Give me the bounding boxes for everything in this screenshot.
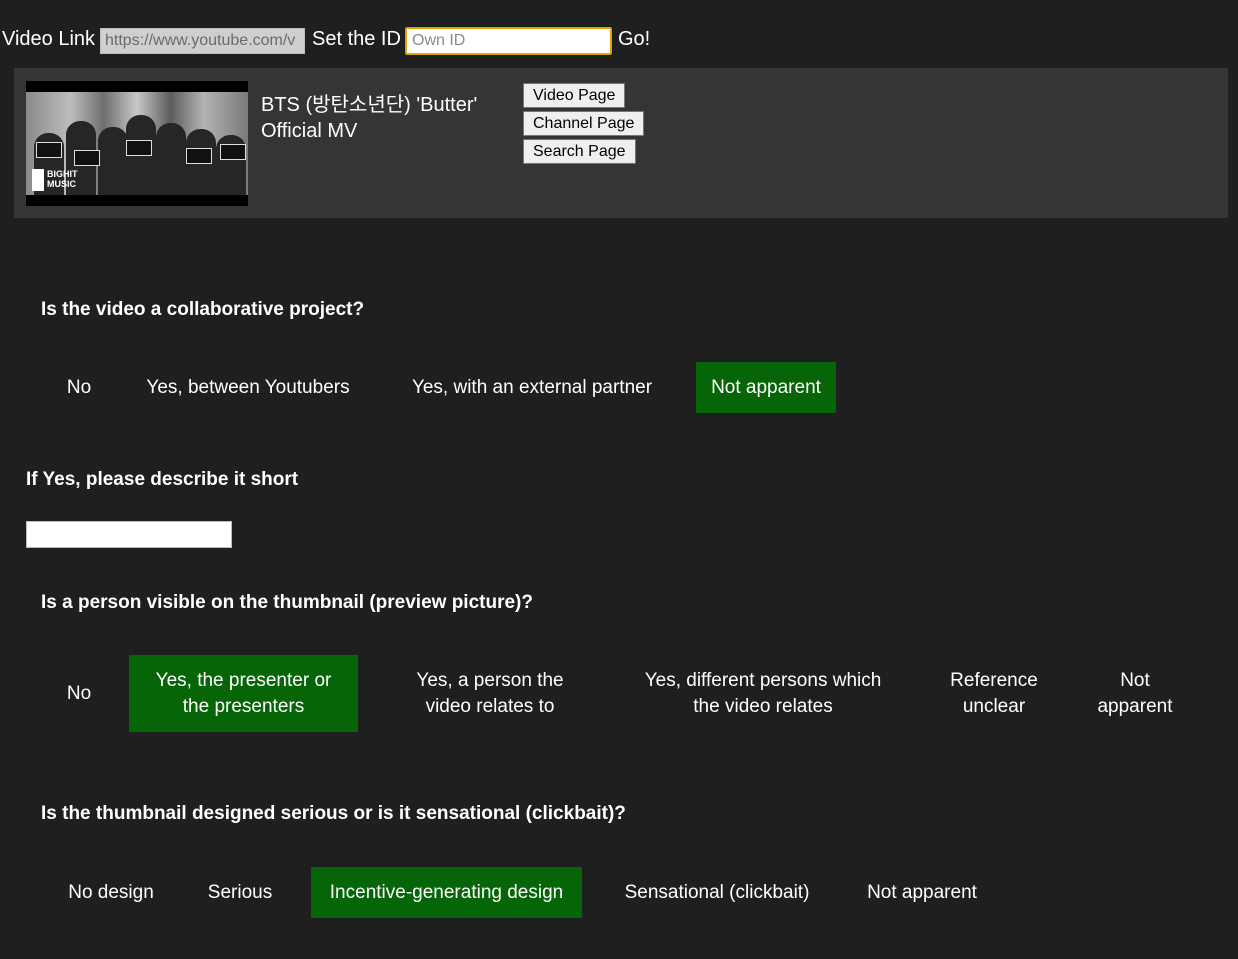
q3-question: Is the thumbnail designed serious or is … bbox=[41, 803, 626, 824]
q3-option-serious[interactable]: Serious bbox=[192, 867, 288, 918]
q2-option-not-apparent[interactable]: Not apparent bbox=[1082, 655, 1188, 732]
q2-option-reference-unclear[interactable]: Reference unclear bbox=[932, 655, 1056, 732]
q1-option-external-partner[interactable]: Yes, with an external partner bbox=[392, 362, 672, 413]
video-panel: BIGHIT MUSIC BTS (방탄소년단) 'Butter' Offici… bbox=[14, 68, 1228, 218]
q3-option-sensational[interactable]: Sensational (clickbait) bbox=[606, 867, 828, 918]
q3-option-incentive-design[interactable]: Incentive-generating design bbox=[311, 867, 582, 918]
channel-page-button[interactable]: Channel Page bbox=[523, 111, 645, 136]
q1-option-between-youtubers[interactable]: Yes, between Youtubers bbox=[128, 362, 368, 413]
describe-label: If Yes, please describe it short bbox=[26, 469, 299, 490]
q3-option-no-design[interactable]: No design bbox=[54, 867, 168, 918]
logo-text: BIGHIT MUSIC bbox=[47, 169, 78, 189]
go-link[interactable]: Go! bbox=[618, 28, 650, 51]
q1-question: Is the video a collaborative project? bbox=[41, 299, 365, 320]
q2-option-presenter[interactable]: Yes, the presenter or the presenters bbox=[129, 655, 358, 732]
q3-option-not-apparent[interactable]: Not apparent bbox=[852, 867, 992, 918]
video-link-input[interactable] bbox=[100, 28, 305, 54]
bighit-logo: BIGHIT MUSIC bbox=[32, 169, 78, 191]
describe-input[interactable] bbox=[26, 521, 232, 548]
video-link-label: Video Link bbox=[2, 28, 96, 50]
q2-option-person-related[interactable]: Yes, a person the video relates to bbox=[392, 655, 588, 732]
q2-option-different-persons[interactable]: Yes, different persons which the video r… bbox=[626, 655, 900, 732]
video-thumbnail: BIGHIT MUSIC bbox=[26, 81, 248, 206]
set-id-label: Set the ID bbox=[312, 28, 401, 50]
video-title: BTS (방탄소년단) 'Butter' Official MV bbox=[261, 94, 478, 142]
video-page-button[interactable]: Video Page bbox=[523, 83, 626, 108]
page-links: Video Page Channel Page Search Page bbox=[523, 83, 645, 167]
q2-question: Is a person visible on the thumbnail (pr… bbox=[41, 592, 533, 613]
search-page-button[interactable]: Search Page bbox=[523, 139, 636, 164]
top-bar: Video Link Set the ID Go! bbox=[0, 26, 700, 56]
q1-option-not-apparent[interactable]: Not apparent bbox=[696, 362, 836, 413]
own-id-input[interactable] bbox=[404, 26, 613, 56]
q1-option-no[interactable]: No bbox=[54, 362, 104, 413]
q2-option-no[interactable]: No bbox=[54, 655, 104, 732]
